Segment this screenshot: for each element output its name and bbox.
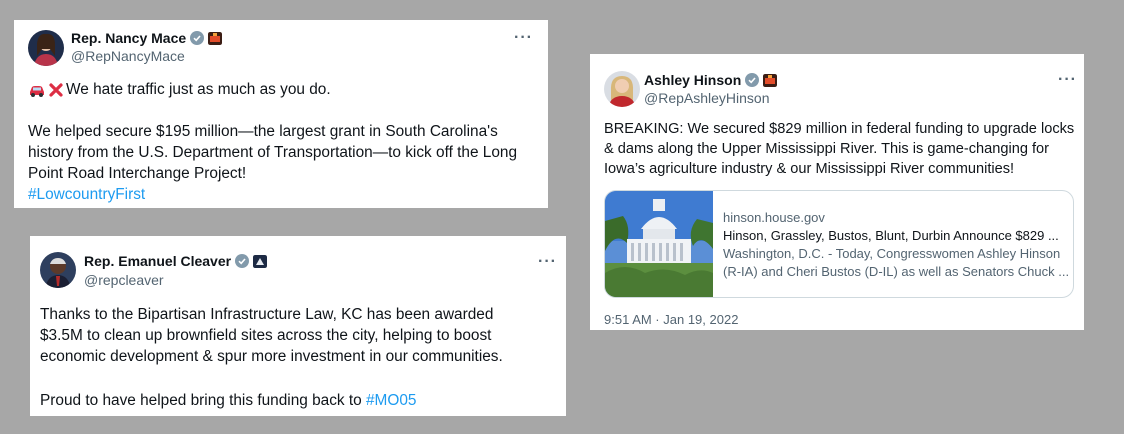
author-name[interactable]: Rep. Nancy Mace — [71, 30, 186, 46]
tweet-line: economic development & spur more investm… — [40, 348, 503, 365]
capitol-preview-image — [605, 191, 713, 297]
link-preview-card[interactable]: hinson.house.gov Hinson, Grassley, Busto… — [604, 190, 1074, 298]
tweet-text: Thanks to the Bipartisan Infrastructure … — [40, 304, 560, 411]
more-options-button[interactable]: ··· — [514, 29, 533, 47]
link-preview-text: hinson.house.gov Hinson, Grassley, Busto… — [713, 191, 1069, 297]
author-handle[interactable]: @RepAshleyHinson — [644, 90, 770, 106]
tweet-text: We hate traffic just as much as you do. … — [28, 79, 540, 205]
hashtag-link[interactable]: #LowcountryFirst — [28, 184, 540, 205]
author-handle[interactable]: @repcleaver — [84, 272, 164, 288]
avatar[interactable] — [604, 71, 640, 107]
tweet-line: Thanks to the Bipartisan Infrastructure … — [40, 306, 494, 323]
tweet-line: Point Road Interchange Project! — [28, 165, 247, 182]
us-capitol-badge-icon — [208, 31, 223, 45]
author-handle[interactable]: @RepNancyMace — [71, 48, 185, 64]
avatar[interactable] — [40, 252, 76, 288]
tweet-line: & dams along the Upper Mississippi River… — [604, 141, 1050, 157]
link-title[interactable]: Hinson, Grassley, Bustos, Blunt, Durbin … — [723, 227, 1069, 245]
car-emoji-icon — [30, 85, 44, 97]
more-options-button[interactable]: ··· — [538, 253, 557, 271]
link-description-line: (R-IA) and Cheri Bustos (D-IL) as well a… — [723, 264, 1070, 279]
tweet-line: Iowa’s agriculture industry & our Missis… — [604, 161, 1015, 177]
avatar[interactable] — [28, 30, 64, 66]
hashtag-link[interactable]: #MO05 — [366, 392, 416, 409]
tweet-card-nancy-mace[interactable]: Rep. Nancy Mace @RepNancyMace ··· We hat… — [14, 20, 548, 208]
tweet-line: $3.5M to clean up brownfield sites acros… — [40, 327, 492, 344]
tweet-first-line: We hate traffic just as much as you do. — [28, 79, 540, 100]
tweet-line: BREAKING: We secured $829 million in fed… — [604, 121, 1075, 137]
more-options-button[interactable]: ··· — [1058, 71, 1077, 89]
author-name[interactable]: Ashley Hinson — [644, 72, 741, 88]
tweet-card-emanuel-cleaver[interactable]: Rep. Emanuel Cleaver @repcleaver ··· Tha… — [30, 236, 566, 416]
us-capitol-badge-icon — [763, 73, 778, 87]
tweet-line: history from the U.S. Department of Tran… — [28, 144, 518, 161]
tweet-card-ashley-hinson[interactable]: Ashley Hinson @RepAshleyHinson ··· BREAK… — [590, 54, 1084, 330]
verified-icon — [190, 31, 205, 45]
verified-icon — [235, 254, 250, 268]
author-name[interactable]: Rep. Emanuel Cleaver — [84, 253, 231, 269]
tweet-text: BREAKING: We secured $829 million in fed… — [604, 119, 1076, 179]
tweet-timestamp[interactable]: 9:51 AM · Jan 19, 2022 — [604, 312, 738, 327]
tweet-line: We hate traffic just as much as you do. — [66, 81, 331, 98]
tweet-closing-text: Proud to have helped bring this funding … — [40, 392, 366, 409]
us-capitol-badge-icon — [253, 254, 268, 268]
tweet-line: Proud to have helped bring this funding … — [40, 390, 560, 411]
link-description-line: Washington, D.C. - Today, Congresswomen … — [723, 246, 1061, 261]
red-x-emoji-icon — [49, 82, 63, 97]
tweet-line: We helped secure $195 million—the larges… — [28, 123, 498, 140]
verified-icon — [745, 73, 760, 87]
link-domain[interactable]: hinson.house.gov — [723, 209, 1069, 227]
